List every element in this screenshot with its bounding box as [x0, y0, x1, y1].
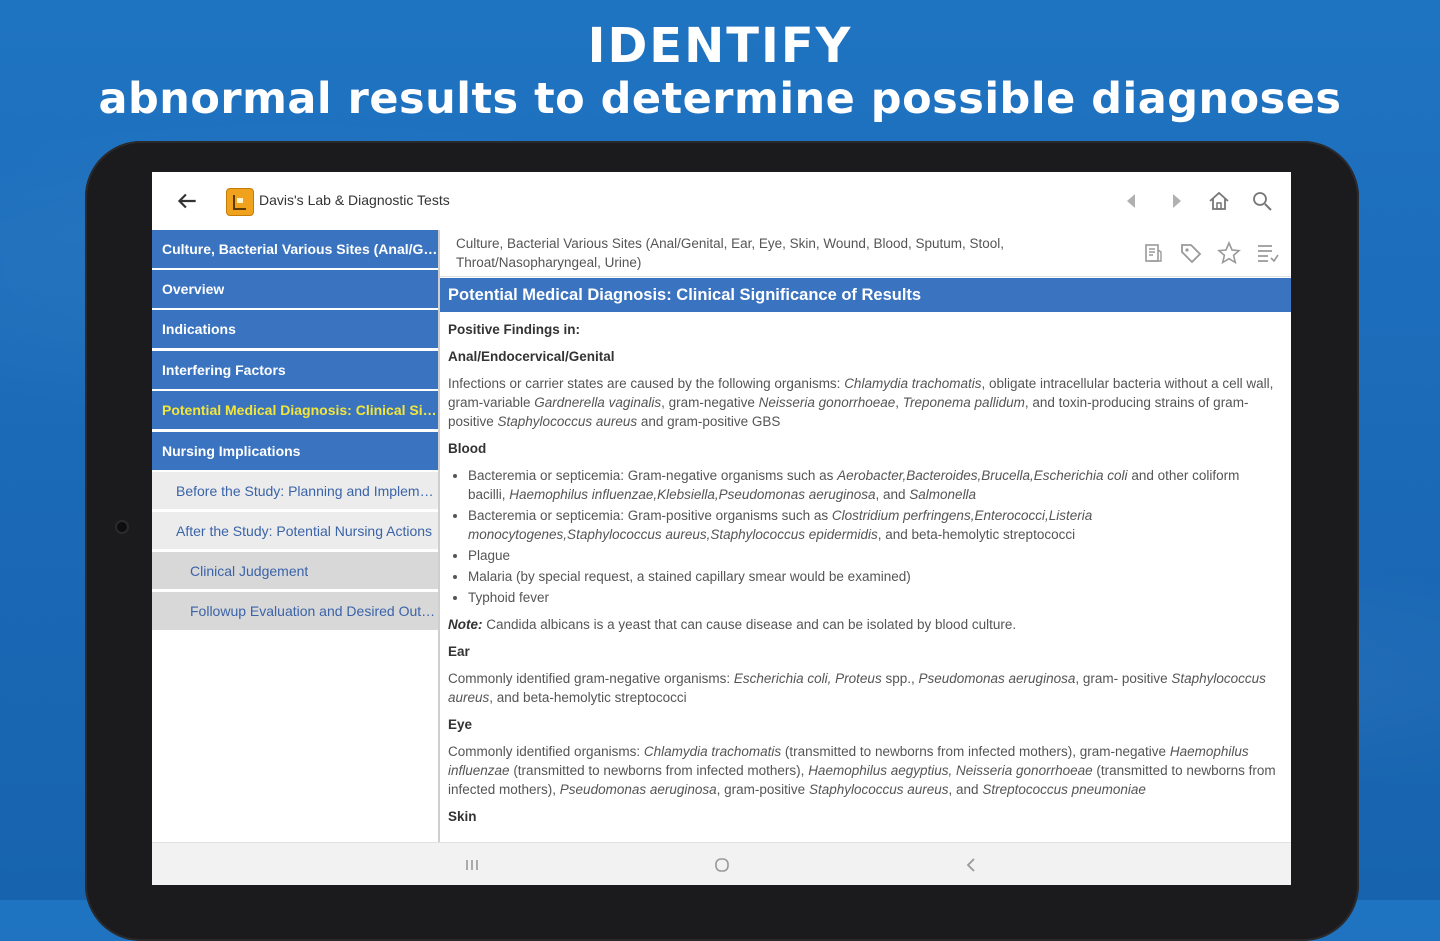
section-title: Potential Medical Diagnosis: Clinical Si…: [448, 285, 922, 304]
app-book-icon: [226, 188, 254, 216]
tag-icon[interactable]: [1178, 240, 1204, 266]
star-icon[interactable]: [1216, 240, 1242, 266]
document-content: Positive Findings in: Anal/Endocervical/…: [440, 312, 1291, 842]
anal-paragraph: Infections or carrier states are caused …: [448, 376, 1274, 429]
search-icon[interactable]: [1250, 189, 1274, 213]
list-item: Bacteremia or septicemia: Gram-negative …: [468, 466, 1277, 504]
document-title: Culture, Bacterial Various Sites (Anal/G…: [456, 236, 1005, 270]
eye-heading: Eye: [448, 717, 473, 732]
system-nav-bar: [152, 842, 1291, 885]
sidebar-item-before-the-study[interactable]: Before the Study: Planning and Implement…: [152, 472, 438, 510]
note-paragraph: Note: Candida albicans is a yeast that c…: [448, 617, 1017, 632]
eye-paragraph: Commonly identified organisms: Chlamydia…: [448, 744, 1276, 797]
home-icon[interactable]: [1207, 189, 1231, 213]
headline-title: IDENTIFY: [587, 18, 853, 74]
sidebar-item-indications[interactable]: Indications: [152, 310, 438, 348]
sidebar-item-interfering-factors[interactable]: Interfering Factors: [152, 351, 438, 389]
headline-subtitle: abnormal results to determine possible d…: [98, 74, 1342, 124]
sidebar-item-overview[interactable]: Overview: [152, 270, 438, 308]
blood-list: Bacteremia or septicemia: Gram-negative …: [448, 466, 1277, 607]
tablet-camera: [117, 522, 127, 532]
sidebar-nav: Culture, Bacterial Various Sites (Anal/G…: [152, 230, 440, 842]
list-item: Malaria (by special request, a stained c…: [468, 567, 1277, 586]
back-arrow-icon[interactable]: [174, 188, 200, 214]
skin-heading: Skin: [448, 809, 477, 824]
ear-heading: Ear: [448, 644, 470, 659]
table-of-contents-icon[interactable]: [1254, 240, 1280, 266]
sidebar-item-followup-evaluation[interactable]: Followup Evaluation and Desired Outcomes: [152, 592, 438, 630]
list-item: Typhoid fever: [468, 588, 1277, 607]
app-toolbar: Davis's Lab & Diagnostic Tests: [152, 172, 1291, 231]
app-screen: Davis's Lab & Diagnostic Tests Culture, …: [152, 172, 1291, 885]
ear-paragraph: Commonly identified gram-negative organi…: [448, 671, 1266, 705]
blood-heading: Blood: [448, 441, 487, 456]
system-back-icon[interactable]: [961, 855, 981, 875]
sidebar-item-after-the-study[interactable]: After the Study: Potential Nursing Actio…: [152, 512, 438, 550]
app-title: Davis's Lab & Diagnostic Tests: [259, 192, 450, 208]
sidebar-item-potential-medical-diagnosis[interactable]: Potential Medical Diagnosis: Clinical Si…: [152, 391, 438, 429]
promo-headline: IDENTIFY abnormal results to determine p…: [0, 18, 1440, 124]
next-icon[interactable]: [1164, 189, 1188, 213]
anal-heading: Anal/Endocervical/Genital: [448, 349, 615, 364]
sidebar-item-culture-title[interactable]: Culture, Bacterial Various Sites (Anal/G…: [152, 230, 438, 268]
sidebar-item-nursing-implications[interactable]: Nursing Implications: [152, 432, 438, 470]
list-item: Plague: [468, 546, 1277, 565]
recent-apps-icon[interactable]: [462, 855, 482, 875]
positive-findings-heading: Positive Findings in:: [448, 322, 581, 337]
home-circle-icon[interactable]: [712, 855, 732, 875]
prev-icon[interactable]: [1120, 189, 1144, 213]
notes-icon[interactable]: [1140, 240, 1166, 266]
document-header: Culture, Bacterial Various Sites (Anal/G…: [440, 230, 1291, 277]
section-title-bar: Potential Medical Diagnosis: Clinical Si…: [440, 278, 1291, 312]
sidebar-item-clinical-judgement[interactable]: Clinical Judgement: [152, 552, 438, 590]
list-item: Bacteremia or septicemia: Gram-positive …: [468, 506, 1277, 544]
